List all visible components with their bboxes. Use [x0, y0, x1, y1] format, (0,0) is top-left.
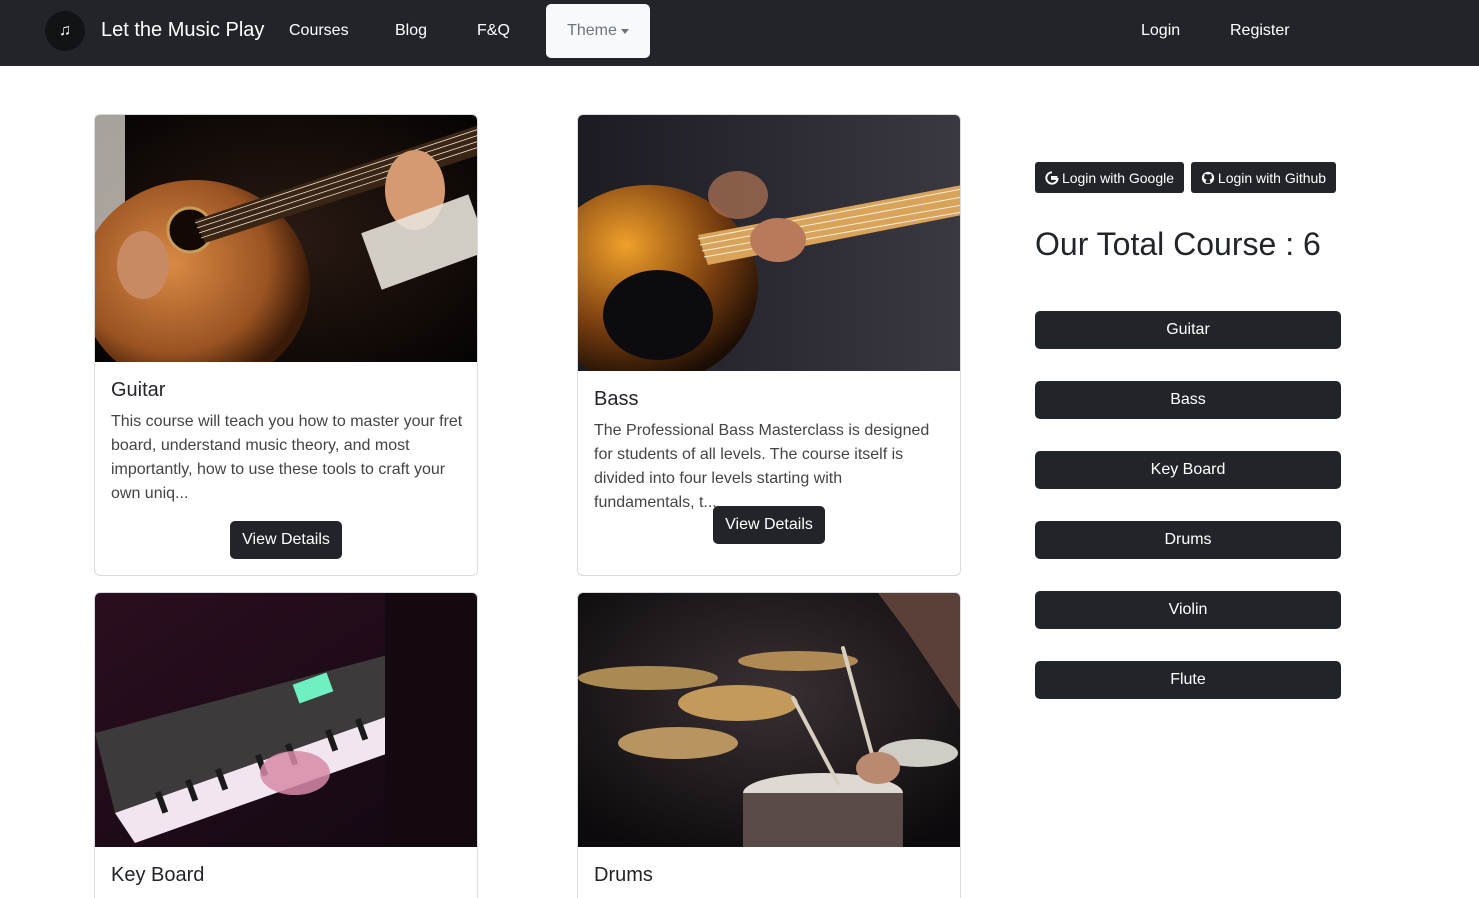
login-github-button[interactable]: Login with Github — [1191, 162, 1336, 193]
theme-label: Theme — [567, 22, 617, 39]
theme-dropdown-button[interactable]: Theme — [546, 4, 650, 58]
nav-link-register[interactable]: Register — [1230, 22, 1290, 40]
nav-link-faq[interactable]: F&Q — [477, 22, 510, 40]
nav-link-blog[interactable]: Blog — [395, 22, 427, 40]
view-details-button[interactable]: View Details — [713, 506, 825, 544]
github-icon — [1201, 171, 1215, 185]
nav-link-login[interactable]: Login — [1141, 22, 1180, 40]
card-description: This course will teach you how to master… — [111, 413, 463, 502]
card-title: Guitar — [111, 379, 166, 401]
card-title: Bass — [594, 388, 639, 410]
caret-down-icon — [620, 28, 629, 34]
google-button-label: Login with Google — [1061, 169, 1175, 186]
course-button-drums[interactable]: Drums — [1035, 521, 1341, 559]
github-button-label: Login with Github — [1217, 169, 1327, 186]
course-button-violin[interactable]: Violin — [1035, 591, 1341, 629]
total-course-heading: Our Total Course : 6 — [1035, 226, 1321, 262]
nav-link-courses[interactable]: Courses — [289, 22, 349, 40]
course-button-bass[interactable]: Bass — [1035, 381, 1341, 419]
course-card-drums: Drums — [577, 592, 961, 898]
course-card-keyboard: Key Board — [94, 592, 478, 898]
card-title: Key Board — [111, 864, 205, 886]
card-title: Drums — [594, 864, 653, 886]
card-description: The Professional Bass Masterclass is des… — [594, 422, 930, 511]
brand-link[interactable]: Let the Music Play — [101, 19, 264, 42]
course-card-bass: Bass The Professional Bass Masterclass i… — [577, 114, 961, 576]
navbar: ♫ Let the Music Play Courses Blog F&Q Th… — [0, 0, 1479, 66]
course-button-keyboard[interactable]: Key Board — [1035, 451, 1341, 489]
course-button-guitar[interactable]: Guitar — [1035, 311, 1341, 349]
music-logo-icon[interactable]: ♫ — [45, 11, 85, 51]
view-details-button[interactable]: View Details — [230, 521, 342, 559]
keyboard-image — [95, 593, 477, 847]
course-card-guitar: Guitar This course will teach you how to… — [94, 114, 478, 576]
login-google-button[interactable]: Login with Google — [1035, 162, 1184, 193]
bass-image — [578, 115, 960, 371]
guitar-image — [95, 115, 477, 362]
course-button-flute[interactable]: Flute — [1035, 661, 1341, 699]
google-icon — [1045, 170, 1059, 185]
drums-image — [578, 593, 960, 847]
